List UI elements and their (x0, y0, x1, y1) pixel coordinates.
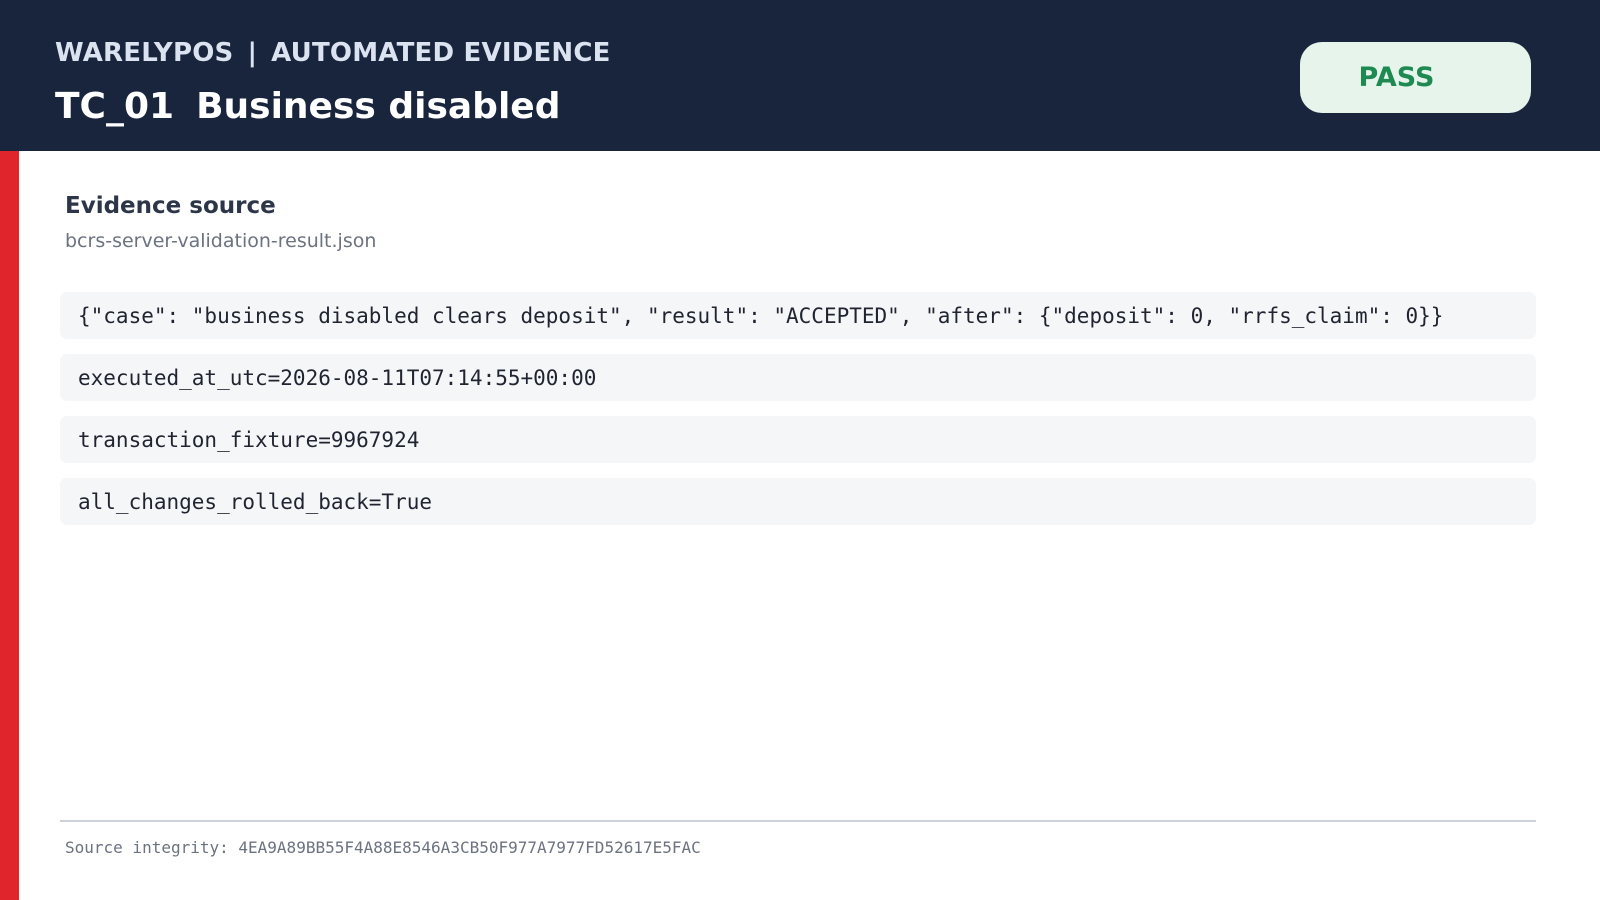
status-badge: PASS (1300, 42, 1531, 113)
case-name: Business disabled (196, 86, 561, 127)
evidence-lines: {"case": "business disabled clears depos… (60, 292, 1536, 540)
case-id: TC_01 (55, 86, 175, 127)
evidence-line-transaction-fixture: transaction_fixture=9967924 (60, 416, 1536, 463)
evidence-page: WARELYPOS | AUTOMATED EVIDENCE TC_01 Busine… (0, 0, 1600, 900)
brand-name: WARELYPOS (55, 38, 234, 68)
header-banner: WARELYPOS | AUTOMATED EVIDENCE TC_01 Busine… (0, 0, 1600, 151)
evidence-line-executed-at: executed_at_utc=2026-08-11T07:14:55+00:0… (60, 354, 1536, 401)
brand-separator: | (247, 38, 258, 68)
footer-divider (60, 820, 1536, 822)
source-integrity-hash: Source integrity: 4EA9A89BB55F4A88E8546A… (65, 838, 701, 857)
evidence-source-heading: Evidence source (65, 193, 276, 219)
evidence-category: AUTOMATED EVIDENCE (271, 38, 611, 68)
page-title: TC_01 Business disabled (55, 86, 560, 127)
left-accent-bar (0, 151, 19, 900)
evidence-source-file: bcrs-server-validation-result.json (65, 230, 377, 252)
brand-line: WARELYPOS | AUTOMATED EVIDENCE (55, 38, 611, 68)
evidence-line-rolled-back: all_changes_rolled_back=True (60, 478, 1536, 525)
status-label: PASS (1358, 62, 1435, 93)
evidence-line-json: {"case": "business disabled clears depos… (60, 292, 1536, 339)
